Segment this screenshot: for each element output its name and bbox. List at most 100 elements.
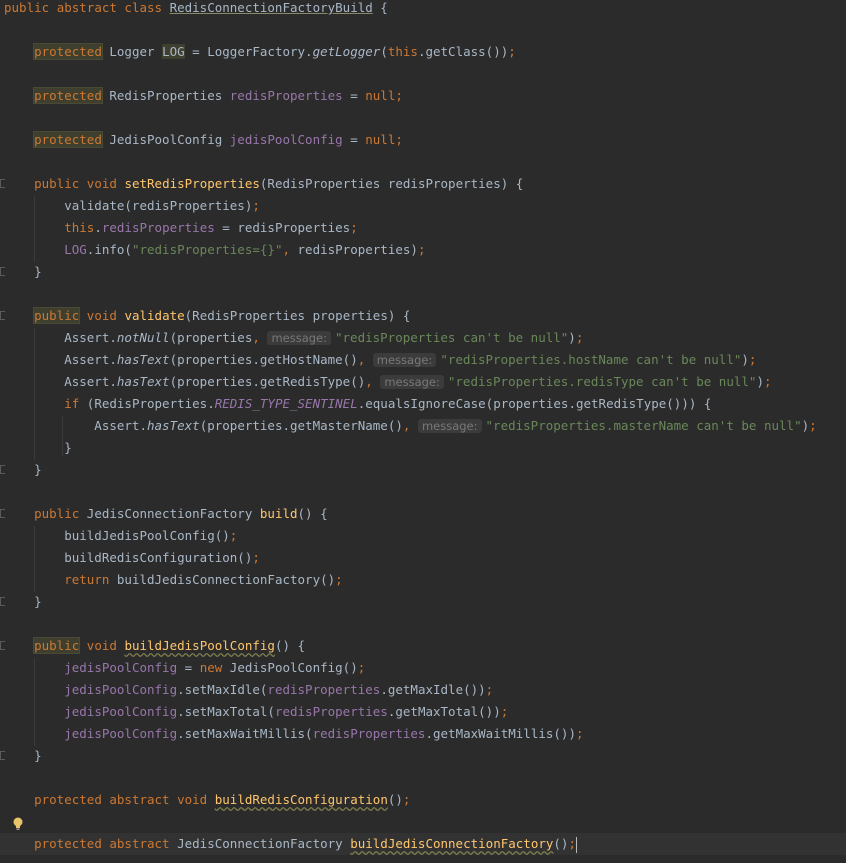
code-token: "redisProperties.hostName can't be null": [440, 352, 742, 367]
code-token: Assert.: [4, 330, 117, 345]
code-line[interactable]: public void validate(RedisProperties pro…: [0, 305, 846, 327]
code-token: ;: [335, 572, 343, 587]
code-line[interactable]: public void buildJedisPoolConfig() {: [0, 635, 846, 657]
code-token: return: [64, 572, 117, 587]
code-text: Assert.hasText(properties.getMasterName(…: [4, 415, 817, 437]
code-token: .setMaxTotal(: [177, 704, 275, 719]
code-text: this.redisProperties = redisProperties;: [4, 217, 358, 239]
code-token: new: [199, 660, 230, 675]
code-line[interactable]: [0, 63, 846, 85]
code-token: (RedisProperties.: [86, 396, 215, 411]
code-token: public: [34, 506, 87, 521]
code-token: (RedisProperties properties) {: [184, 308, 411, 323]
code-line[interactable]: }: [0, 437, 846, 459]
code-line[interactable]: jedisPoolConfig = new JedisPoolConfig();: [0, 657, 846, 679]
code-line[interactable]: this.redisProperties = redisProperties;: [0, 217, 846, 239]
code-text: protected Logger LOG = LoggerFactory.get…: [4, 41, 516, 63]
code-text: jedisPoolConfig = new JedisPoolConfig();: [4, 657, 365, 679]
code-line[interactable]: jedisPoolConfig.setMaxIdle(redisProperti…: [0, 679, 846, 701]
code-text: }: [4, 745, 42, 767]
code-token: protected: [33, 43, 103, 60]
code-line[interactable]: public JedisConnectionFactory build() {: [0, 503, 846, 525]
code-editor[interactable]: public abstract class RedisConnectionFac…: [0, 0, 846, 863]
code-line[interactable]: public abstract class RedisConnectionFac…: [0, 0, 846, 19]
code-line[interactable]: }: [0, 459, 846, 481]
code-token: JedisPoolConfig(): [229, 660, 358, 675]
indent-guide: [34, 526, 35, 592]
code-token: redisProperties: [267, 682, 381, 697]
code-token: jedisPoolConfig: [64, 704, 178, 719]
code-token: }: [4, 264, 42, 279]
code-token: (): [387, 792, 403, 807]
code-line[interactable]: }: [0, 261, 846, 283]
code-token: null: [365, 88, 396, 103]
code-line[interactable]: [0, 811, 846, 833]
indent-guide: [62, 416, 63, 456]
code-line[interactable]: Assert.hasText(properties.getMasterName(…: [0, 415, 846, 437]
code-text: LOG.info("redisProperties={}", redisProp…: [4, 239, 425, 261]
code-token: REDIS_TYPE_SENTINEL: [214, 396, 358, 411]
code-text: protected abstract void buildRedisConfig…: [4, 789, 410, 811]
code-text: }: [4, 591, 42, 613]
code-line[interactable]: Assert.hasText(properties.getRedisType()…: [0, 371, 846, 393]
code-token: protected: [34, 836, 110, 851]
code-line[interactable]: protected abstract void buildRedisConfig…: [0, 789, 846, 811]
code-line[interactable]: Assert.notNull(properties, message: "redi…: [0, 327, 846, 349]
indent-guide: [34, 328, 35, 460]
code-text: public void buildJedisPoolConfig() {: [4, 635, 305, 657]
code-token: ;: [252, 550, 260, 565]
code-line[interactable]: jedisPoolConfig.setMaxTotal(redisPropert…: [0, 701, 846, 723]
code-token: .getMaxWaitMillis()): [425, 726, 576, 741]
code-text: Assert.hasText(properties.getRedisType()…: [4, 371, 772, 393]
code-line[interactable]: [0, 481, 846, 503]
code-line[interactable]: LOG.info("redisProperties={}", redisProp…: [0, 239, 846, 261]
code-token: ): [801, 418, 810, 433]
code-line[interactable]: if (RedisProperties.REDIS_TYPE_SENTINEL.…: [0, 393, 846, 415]
code-line[interactable]: }: [0, 591, 846, 613]
code-line[interactable]: jedisPoolConfig.setMaxWaitMillis(redisPr…: [0, 723, 846, 745]
code-token: }: [4, 462, 42, 477]
code-token: if: [64, 396, 87, 411]
text-caret: [576, 836, 577, 853]
code-token: ,: [282, 242, 290, 257]
code-line[interactable]: return buildJedisConnectionFactory();: [0, 569, 846, 591]
code-line[interactable]: protected Logger LOG = LoggerFactory.get…: [0, 41, 846, 63]
code-text: protected RedisProperties redisPropertie…: [4, 85, 403, 107]
code-token: ;: [763, 374, 772, 389]
code-line[interactable]: [0, 151, 846, 173]
code-line[interactable]: [0, 107, 846, 129]
code-token: JedisPoolConfig: [101, 132, 230, 147]
code-token: "redisProperties.masterName can't be nul…: [485, 418, 802, 433]
code-line[interactable]: [0, 19, 846, 41]
code-token: ;: [395, 132, 403, 147]
code-line[interactable]: }: [0, 745, 846, 767]
code-line[interactable]: protected abstract JedisConnectionFactor…: [0, 833, 846, 855]
code-token: abstract: [56, 0, 125, 15]
code-token: (properties: [169, 330, 253, 345]
code-token: protected: [33, 87, 103, 104]
code-line[interactable]: [0, 767, 846, 789]
code-line[interactable]: buildRedisConfiguration();: [0, 547, 846, 569]
code-token: buildRedisConfiguration: [214, 792, 388, 807]
code-token: abstract: [109, 792, 178, 807]
code-token: ): [756, 374, 764, 389]
code-line[interactable]: public void setRedisProperties(RedisProp…: [0, 173, 846, 195]
code-line[interactable]: buildJedisPoolConfig();: [0, 525, 846, 547]
code-line[interactable]: protected RedisProperties redisPropertie…: [0, 85, 846, 107]
code-text: public void setRedisProperties(RedisProp…: [4, 173, 523, 195]
code-line[interactable]: [0, 283, 846, 305]
lightbulb-icon[interactable]: [12, 816, 24, 832]
code-text: buildRedisConfiguration();: [4, 547, 260, 569]
code-token: buildJedisConnectionFactory(): [116, 572, 336, 587]
code-line[interactable]: validate(redisProperties);: [0, 195, 846, 217]
code-token: ;: [575, 726, 584, 741]
code-line[interactable]: Assert.hasText(properties.getHostName(),…: [0, 349, 846, 371]
code-token: ,: [252, 330, 260, 345]
code-line[interactable]: [0, 613, 846, 635]
code-token: ;: [402, 792, 411, 807]
code-line[interactable]: protected JedisPoolConfig jedisPoolConfi…: [0, 129, 846, 151]
